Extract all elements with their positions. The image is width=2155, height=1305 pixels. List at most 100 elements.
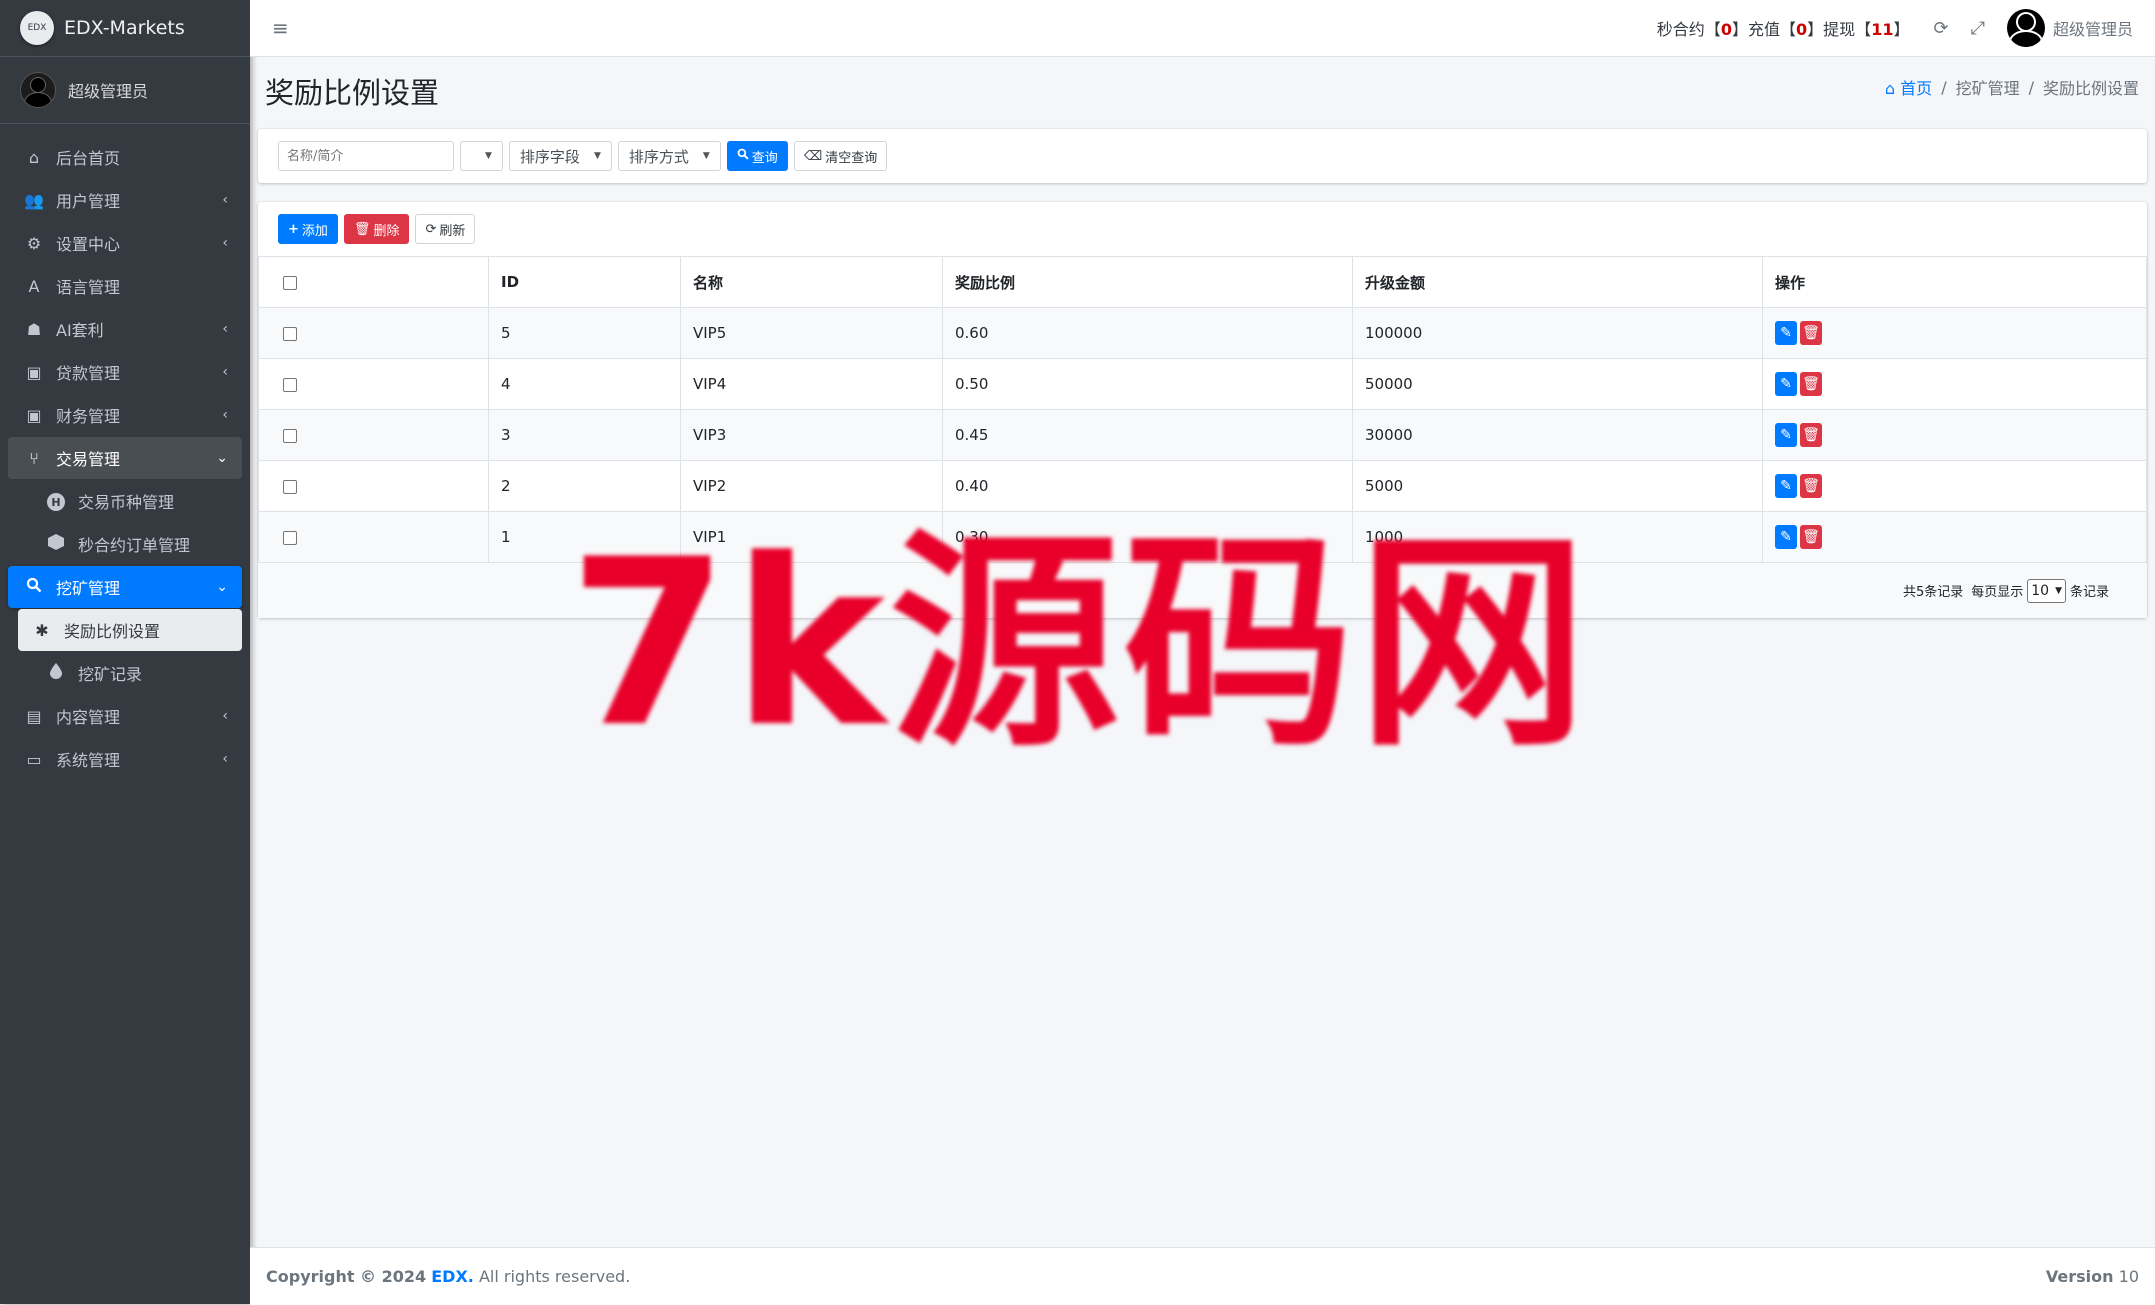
sidebar-item-settings[interactable]: ⚙ 设置中心 ‹ (8, 222, 242, 264)
breadcrumb-separator: / (2028, 77, 2034, 97)
home-icon: ⌂ (1884, 79, 1896, 98)
per-page-label: 每页显示 (1971, 585, 2024, 600)
top-user-name[interactable]: 超级管理员 (2053, 16, 2133, 40)
page-title: 奖励比例设置 (265, 76, 440, 110)
sidebar-item-label: 内容管理 (56, 708, 121, 727)
trash-icon[interactable]: 🗑 (1800, 372, 1822, 396)
version-value: 10 (2118, 1267, 2139, 1286)
column-header-actions: 操作 (1762, 256, 2147, 308)
sidebar-item-label: 挖矿记录 (78, 665, 143, 684)
cell-actions: ✎ 🗑 (1762, 511, 2147, 563)
cell-ratio: 0.50 (942, 358, 1353, 410)
breadcrumb-current: 奖励比例设置 (2042, 79, 2139, 98)
cell-amount: 100000 (1352, 307, 1763, 359)
sort-order-select[interactable]: 排序方式 ▼ (617, 141, 721, 171)
sidebar-item-users[interactable]: 👥 用户管理 ‹ (8, 179, 242, 221)
sidebar-item-dashboard[interactable]: ⌂ 后台首页 (8, 136, 242, 178)
row-checkbox[interactable] (283, 326, 297, 341)
top-navbar-right: 秒合约【0】充值【0】提现【11】 ⟳ ⤢ 超级管理员 (1657, 0, 2155, 56)
pending-stats[interactable]: 秒合约【0】充值【0】提现【11】 (1657, 16, 1910, 40)
footer-brand-link[interactable]: EDX. (431, 1267, 474, 1286)
cell-actions: ✎ 🗑 (1762, 409, 2147, 461)
sidebar-item-language[interactable]: A 语言管理 (8, 265, 242, 307)
trash-icon[interactable]: 🗑 (1800, 321, 1822, 345)
sidebar-item-system[interactable]: ▭ 系统管理 ‹ (8, 738, 242, 780)
sidebar-item-content[interactable]: ▤ 内容管理 ‹ (8, 695, 242, 737)
sidebar-item-label: AI套利 (56, 321, 104, 340)
column-header-name[interactable]: 名称 (680, 256, 943, 308)
delete-button[interactable]: 🗑 删除 (343, 214, 410, 244)
table-toolbar: + 添加 🗑 删除 ⟳ 刷新 (258, 202, 2147, 256)
edit-icon[interactable]: ✎ (1775, 321, 1797, 345)
cell-id: 4 (488, 358, 681, 410)
footer: Copyright © 2024 EDX. All rights reserve… (250, 1247, 2155, 1305)
breadcrumb-home-label: 首页 (1900, 79, 1933, 98)
desktop-icon: ▭ (26, 749, 42, 769)
sidebar-item-mining-records[interactable]: 挖矿记录 (32, 652, 242, 694)
sort-order-value: 排序方式 (628, 147, 689, 166)
sidebar-item-mining[interactable]: 挖矿管理 ⌄ (8, 566, 242, 608)
sidebar-item-label: 交易币种管理 (78, 493, 175, 512)
edit-icon[interactable]: ✎ (1775, 372, 1797, 396)
sidebar-user-panel[interactable]: 超级管理员 (0, 57, 250, 124)
cell-actions: ✎ 🗑 (1762, 460, 2147, 512)
add-button[interactable]: + 添加 (278, 214, 338, 244)
money-icon: ▣ (26, 405, 42, 425)
sidebar-item-trading[interactable]: ⑂ 交易管理 ⌄ (8, 437, 242, 479)
per-page-suffix: 条记录 (2069, 585, 2109, 600)
column-header-id[interactable]: ID (488, 256, 681, 308)
column-header-ratio[interactable]: 奖励比例 (942, 256, 1353, 308)
avatar (20, 72, 56, 108)
row-checkbox[interactable] (283, 428, 297, 443)
table-row: 5 VIP5 0.60 100000 ✎ 🗑 (258, 307, 2147, 359)
column-header-amount[interactable]: 升级金额 (1352, 256, 1763, 308)
sidebar: EDX EDX-Markets 超级管理员 ⌂ 后台首页 👥 用户管理 ‹ ⚙ … (0, 0, 250, 1304)
brand-link[interactable]: EDX EDX-Markets (0, 0, 250, 57)
edit-icon[interactable]: ✎ (1775, 525, 1797, 549)
breadcrumb-home[interactable]: ⌂ 首页 (1885, 75, 1932, 99)
trash-icon[interactable]: 🗑 (1800, 423, 1822, 447)
sidebar-item-label: 后台首页 (56, 149, 121, 168)
chevron-left-icon: ‹ (222, 235, 228, 251)
select-all-checkbox[interactable] (283, 275, 297, 290)
trash-icon[interactable]: 🗑 (1800, 474, 1822, 498)
sidebar-item-reward-ratio[interactable]: ✱ 奖励比例设置 (18, 609, 242, 651)
sidebar-item-finance[interactable]: ▣ 财务管理 ‹ (8, 394, 242, 436)
search-icon (737, 148, 749, 164)
sidebar-item-second-orders[interactable]: 秒合约订单管理 (32, 523, 242, 565)
stat-withdraw-label: 提现 (1823, 20, 1856, 39)
trash-icon[interactable]: 🗑 (1800, 525, 1822, 549)
per-page-select[interactable]: 10 ▼ (2027, 578, 2066, 603)
row-select-cell (258, 307, 489, 359)
sidebar-item-trade-coins[interactable]: H 交易币种管理 (32, 480, 242, 522)
fullscreen-icon[interactable]: ⤢ (1971, 18, 1985, 39)
hamburger-icon[interactable]: ≡ (272, 16, 289, 40)
search-input[interactable] (278, 141, 454, 171)
row-select-cell (258, 511, 489, 563)
edit-icon[interactable]: ✎ (1775, 474, 1797, 498)
avatar[interactable] (2006, 9, 2045, 47)
cell-ratio: 0.45 (942, 409, 1353, 461)
chevron-left-icon: ‹ (222, 321, 228, 337)
sidebar-item-label: 用户管理 (56, 192, 121, 211)
row-select-cell (258, 358, 489, 410)
android-icon: ☗ (26, 319, 42, 339)
sort-field-select[interactable]: 排序字段 ▼ (508, 141, 612, 171)
row-select-cell (258, 409, 489, 461)
breadcrumb-parent[interactable]: 挖矿管理 (1956, 75, 2020, 99)
clear-search-button[interactable]: ⌫ 清空查询 (793, 141, 888, 171)
refresh-button[interactable]: ⟳ 刷新 (415, 214, 476, 244)
sidebar-item-ai-arbitrage[interactable]: ☗ AI套利 ‹ (8, 308, 242, 350)
row-checkbox[interactable] (283, 479, 297, 494)
caret-down-icon: ▼ (485, 151, 492, 161)
refresh-icon[interactable]: ⟳ (1933, 18, 1948, 39)
edit-icon[interactable]: ✎ (1775, 423, 1797, 447)
row-checkbox[interactable] (283, 377, 297, 392)
filter-card: ▼ 排序字段 ▼ 排序方式 ▼ 查询 ⌫ 清空查询 (258, 129, 2147, 183)
search-button[interactable]: 查询 (726, 141, 788, 171)
row-checkbox[interactable] (283, 530, 297, 545)
category-select[interactable]: ▼ (460, 141, 503, 171)
hexagon-icon (44, 534, 68, 554)
trash-icon: 🗑 (353, 221, 371, 237)
sidebar-item-loans[interactable]: ▣ 贷款管理 ‹ (8, 351, 242, 393)
